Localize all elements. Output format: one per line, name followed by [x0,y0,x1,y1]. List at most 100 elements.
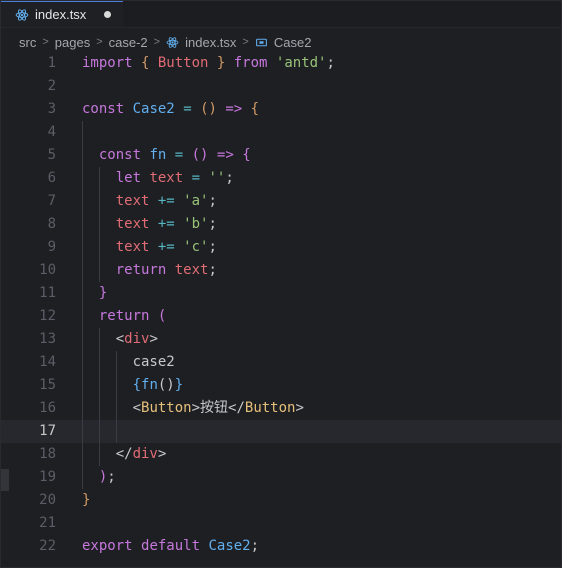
line-number: 10 [39,262,56,278]
breadcrumb-pages[interactable]: pages [55,35,90,50]
operator: = [191,170,201,186]
code-area[interactable]: 1 import { Button } from 'antd'; 2 3 con… [1,52,561,558]
code-line: 16 <Button>按钮</Button> [1,397,561,420]
indent-guide [116,351,117,374]
indent-guide [82,351,83,374]
indent-guide [99,374,100,397]
indent-guide [82,144,83,167]
unsaved-dot-icon[interactable] [104,11,112,18]
identifier: text [115,216,150,232]
indent-guide [82,420,83,443]
code-line: 5 const fn = () => { [1,144,561,167]
code-editor: index.tsx src > pages > case-2 > index.t… [0,0,562,568]
react-icon [15,8,29,22]
code-line: 3 const Case2 = () => { [1,98,561,121]
code-line: 1 import { Button } from 'antd'; [1,52,561,75]
tab-index-tsx[interactable]: index.tsx [1,1,123,27]
string: 'b' [183,216,209,232]
operator: => [216,147,234,163]
punct: ; [107,469,116,485]
indent-guide [99,190,100,213]
indent-guide [82,121,83,144]
breadcrumb-src[interactable]: src [19,35,36,50]
identifier: text [174,262,209,278]
indent-guide [99,443,100,466]
operator: = [174,147,184,163]
punct: ; [250,538,260,554]
punct: > [157,446,167,462]
identifier: text [149,170,184,186]
indent-guide [99,420,100,443]
punct: ; [225,170,234,186]
code-line: 12 return ( [1,305,561,328]
punct: </ [115,446,133,462]
breadcrumb-folder[interactable]: case-2 [109,35,148,50]
indent-guide [82,213,83,236]
line-number: 15 [39,377,56,393]
line-number: 11 [39,285,56,301]
line-number: 3 [47,101,56,117]
indent-guide [82,305,83,328]
code-line: 4 [1,121,561,144]
punct: ; [208,216,217,232]
line-number: 17 [39,423,56,439]
line-number: 8 [47,216,56,232]
keyword: return [98,308,150,324]
indent-guide [99,167,100,190]
punct: { [242,147,251,163]
code-line: 20 } [1,489,561,512]
punct: { [250,101,260,117]
identifier: Case2 [132,101,175,117]
operator: += [157,216,175,232]
punct: ( [157,308,167,324]
line-number: 19 [39,469,56,485]
gutter-marker [1,469,9,491]
identifier: text [115,193,150,209]
line-number: 16 [39,400,56,416]
identifier: fn [149,147,167,163]
tab-label: index.tsx [35,7,87,22]
punct: > [191,400,201,416]
punct: } [208,55,226,71]
punct: ; [326,55,335,71]
indent-guide [99,259,100,282]
keyword: const [82,101,125,117]
keyword: from [233,55,268,71]
indent-guide [116,420,117,443]
indent-guide [82,236,83,259]
chevron-right-icon: > [153,36,161,48]
react-icon [166,36,179,49]
indent-guide [82,443,83,466]
line-number: 1 [47,55,56,71]
line-number: 9 [47,239,56,255]
breadcrumb-file[interactable]: index.tsx [185,35,236,50]
indent-guide [82,328,83,351]
indent-guide [116,374,117,397]
punct: () [200,101,217,117]
jsx-text: 按钮 [200,400,229,416]
identifier: fn [141,377,158,393]
code-line: 22 export default Case2; [1,535,561,558]
jsx-tag: Button [244,400,296,416]
line-number: 2 [47,78,56,94]
breadcrumb-symbol[interactable]: Case2 [274,35,312,50]
punct: } [174,377,184,393]
punct: > [149,331,158,347]
line-number: 20 [39,492,56,508]
indent-guide [82,397,83,420]
code-line: 18 </div> [1,443,561,466]
punct: () [191,147,209,163]
indent-guide [82,374,83,397]
punct: { [141,55,158,71]
line-number: 4 [47,124,56,140]
indent-guide [82,466,83,489]
code-line: 13 <div> [1,328,561,351]
code-line: 7 text += 'a'; [1,190,561,213]
punct: ; [208,239,217,255]
code-line: 8 text += 'b'; [1,213,561,236]
identifier: Case2 [208,538,251,554]
indent-guide [99,397,100,420]
indent-guide [99,236,100,259]
symbol-variable-icon [255,36,268,49]
line-number: 18 [39,446,56,462]
